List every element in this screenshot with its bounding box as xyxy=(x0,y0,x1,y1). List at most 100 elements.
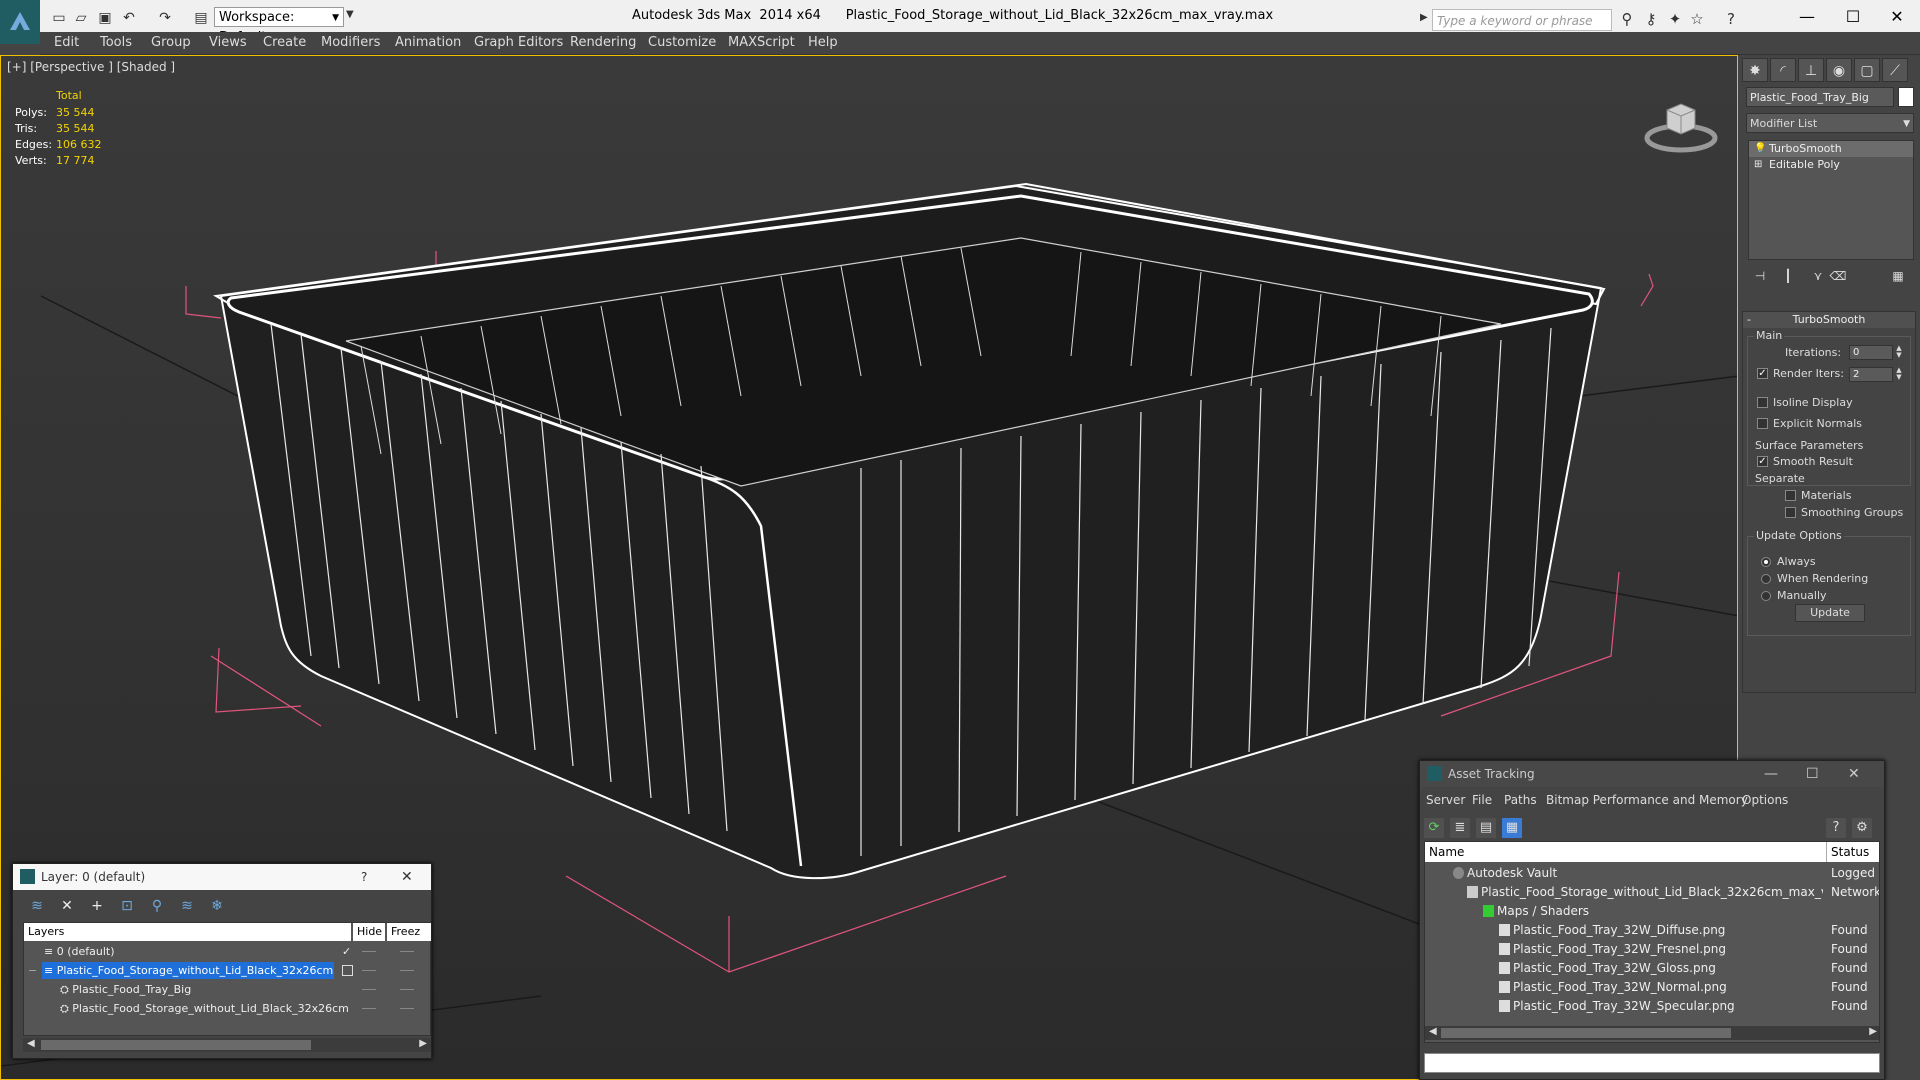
favorites-star-icon[interactable]: ☆ xyxy=(1688,10,1706,28)
asset-row[interactable]: Plastic_Food_Tray_32W_Gloss.png Found xyxy=(1425,959,1879,978)
motion-tab-icon[interactable]: ◉ xyxy=(1826,58,1852,82)
layer-window-titlebar[interactable]: Layer: 0 (default) ? ✕ xyxy=(13,864,431,890)
collapse-icon[interactable]: − xyxy=(28,962,37,980)
maximize-window-button[interactable]: ☐ xyxy=(1830,4,1876,30)
menu-views[interactable]: Views xyxy=(209,35,247,50)
scroll-left-icon[interactable]: ◀ xyxy=(27,1038,35,1049)
hide-all-icon[interactable]: ≋ xyxy=(177,896,197,916)
tree-view-icon[interactable]: ▤ xyxy=(1476,818,1496,838)
quick-access-dropdown-icon[interactable]: ▼ xyxy=(346,9,354,20)
freeze-toggle[interactable] xyxy=(400,951,414,952)
menu-animation[interactable]: Animation xyxy=(395,35,461,50)
menu-rendering[interactable]: Rendering xyxy=(570,35,636,50)
asset-menu-paths[interactable]: Paths xyxy=(1504,793,1537,807)
hide-toggle[interactable] xyxy=(362,989,376,990)
minimize-icon[interactable]: — xyxy=(1764,761,1778,787)
freeze-toggle[interactable] xyxy=(400,989,414,990)
update-button[interactable]: Update xyxy=(1795,604,1865,622)
asset-row[interactable]: Maps / Shaders xyxy=(1425,902,1879,921)
render-iters-spinner[interactable]: 2 xyxy=(1849,367,1893,382)
horizontal-scrollbar[interactable]: ◀ ▶ xyxy=(23,1038,431,1052)
asset-menu-options[interactable]: Options xyxy=(1742,793,1788,807)
menu-customize[interactable]: Customize xyxy=(648,35,716,50)
highlight-layer-icon[interactable]: ⚲ xyxy=(147,896,167,916)
expand-plus-icon[interactable]: ⊞ xyxy=(1754,157,1762,173)
menu-edit[interactable]: Edit xyxy=(54,35,79,50)
show-end-result-icon[interactable]: ┃ xyxy=(1778,267,1798,285)
freeze-toggle[interactable] xyxy=(400,970,414,971)
modify-tab-icon[interactable]: ◜ xyxy=(1770,58,1796,82)
binoculars-icon[interactable]: ⚲ xyxy=(1618,10,1636,28)
display-tab-icon[interactable]: ▢ xyxy=(1854,58,1880,82)
isoline-display-checkbox[interactable] xyxy=(1757,397,1768,408)
close-icon[interactable]: ✕ xyxy=(401,864,413,890)
communication-icon[interactable]: ✦ xyxy=(1666,10,1684,28)
asset-row[interactable]: Plastic_Food_Storage_without_Lid_Black_3… xyxy=(1425,883,1879,902)
settings-icon[interactable]: ⚙ xyxy=(1852,818,1872,838)
viewcube-icon[interactable] xyxy=(1641,86,1721,166)
column-freeze[interactable]: Freez xyxy=(387,923,431,941)
column-name[interactable]: Name xyxy=(1425,842,1827,862)
create-layer-icon[interactable]: ≋ xyxy=(27,896,47,916)
maximize-icon[interactable]: ☐ xyxy=(1806,761,1819,787)
active-layer-check-icon[interactable]: ✓ xyxy=(342,943,351,961)
close-icon[interactable]: ✕ xyxy=(1848,761,1860,787)
rollout-header[interactable]: - TurboSmooth xyxy=(1743,312,1915,328)
search-expand-icon[interactable]: ▶ xyxy=(1420,12,1428,23)
save-file-icon[interactable]: ▣ xyxy=(96,9,114,27)
layer-row[interactable]: ⛭ Plastic_Food_Storage_without_Lid_Black… xyxy=(24,1000,430,1018)
viewport-label[interactable]: [+] [Perspective ] [Shaded ] xyxy=(7,60,175,74)
asset-row[interactable]: Plastic_Food_Tray_32W_Fresnel.png Found xyxy=(1425,940,1879,959)
delete-layer-icon[interactable]: ✕ xyxy=(57,896,77,916)
asset-row[interactable]: Plastic_Food_Tray_32W_Specular.png Found xyxy=(1425,997,1879,1016)
object-name-field[interactable]: Plastic_Food_Tray_Big xyxy=(1746,87,1894,107)
hide-toggle[interactable] xyxy=(362,951,376,952)
scroll-thumb[interactable] xyxy=(1441,1028,1731,1038)
help-icon[interactable]: ? xyxy=(1826,818,1846,838)
menu-modifiers[interactable]: Modifiers xyxy=(321,35,380,50)
modifier-list-dropdown[interactable]: Modifier List ▼ xyxy=(1746,113,1914,133)
asset-row[interactable]: Plastic_Food_Tray_32W_Normal.png Found xyxy=(1425,978,1879,997)
asset-path-field[interactable] xyxy=(1424,1053,1880,1073)
iterations-spinner[interactable]: 0 xyxy=(1849,345,1893,360)
asset-menu-bitmap[interactable]: Bitmap Performance and Memory xyxy=(1546,793,1748,807)
menu-create[interactable]: Create xyxy=(263,35,306,50)
when-rendering-radio[interactable] xyxy=(1761,574,1771,584)
workspace-dropdown[interactable]: Workspace: Default ▼ xyxy=(214,7,344,45)
layer-row[interactable]: ≡ 0 (default) ✓ xyxy=(24,943,430,961)
stack-item-editable-poly[interactable]: ⊞ Editable Poly xyxy=(1749,157,1913,173)
column-hide[interactable]: Hide xyxy=(353,923,385,941)
refresh-icon[interactable]: ⟳ xyxy=(1424,818,1444,838)
asset-menu-file[interactable]: File xyxy=(1472,793,1492,807)
always-radio[interactable] xyxy=(1761,557,1771,567)
materials-checkbox[interactable] xyxy=(1785,490,1796,501)
column-layers[interactable]: Layers xyxy=(24,923,351,941)
search-input[interactable]: Type a keyword or phrase xyxy=(1432,9,1612,31)
smooth-result-checkbox[interactable]: ✓ xyxy=(1757,456,1768,467)
new-file-icon[interactable]: ▭ xyxy=(50,9,68,27)
freeze-toggle[interactable] xyxy=(400,1008,414,1009)
utilities-tab-icon[interactable]: ⟋ xyxy=(1882,58,1908,82)
pin-stack-icon[interactable]: ⊣ xyxy=(1750,267,1770,285)
create-tab-icon[interactable]: ✸ xyxy=(1742,58,1768,82)
menu-graph-editors[interactable]: Graph Editors xyxy=(474,35,563,50)
redo-icon[interactable]: ↷ xyxy=(156,9,174,27)
hide-toggle[interactable] xyxy=(362,1008,376,1009)
asset-menu-server[interactable]: Server xyxy=(1426,793,1465,807)
column-status[interactable]: Status xyxy=(1827,842,1879,862)
close-window-button[interactable]: ✕ xyxy=(1874,4,1920,30)
explicit-normals-checkbox[interactable] xyxy=(1757,418,1768,429)
lightbulb-icon[interactable]: 💡 xyxy=(1754,141,1766,157)
asset-window-titlebar[interactable]: Asset Tracking — ☐ ✕ xyxy=(1420,761,1884,787)
hide-toggle[interactable] xyxy=(362,970,376,971)
undo-icon[interactable]: ↶ xyxy=(120,9,138,27)
horizontal-scrollbar[interactable]: ◀ ▶ xyxy=(1425,1026,1879,1040)
layer-row[interactable]: − ≡ Plastic_Food_Storage_without_Lid_Bla… xyxy=(24,962,430,980)
help-icon[interactable]: ? xyxy=(1722,10,1740,28)
project-folder-icon[interactable]: ▤ xyxy=(192,9,210,27)
add-to-layer-icon[interactable]: + xyxy=(87,896,107,916)
manually-radio[interactable] xyxy=(1761,591,1771,601)
configure-sets-icon[interactable]: ▦ xyxy=(1888,267,1908,285)
subscription-icon[interactable]: ⚷ xyxy=(1642,10,1660,28)
help-icon[interactable]: ? xyxy=(361,864,367,890)
